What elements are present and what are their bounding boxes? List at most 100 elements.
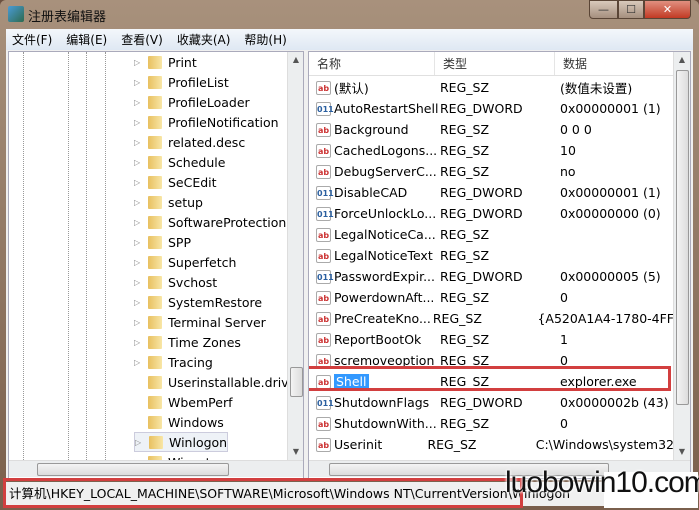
- tree-vertical-scrollbar[interactable]: ▲ ▼: [287, 52, 303, 460]
- value-type: REG_SZ: [432, 311, 482, 326]
- list-scroll-thumb[interactable]: [676, 70, 689, 405]
- table-row[interactable]: ab Background REG_SZ 0 0 0: [312, 119, 674, 140]
- value-name: PasswordExpir...: [334, 269, 436, 284]
- tree-hscroll-thumb[interactable]: [37, 463, 229, 476]
- menu-view[interactable]: 查看(V): [115, 31, 169, 48]
- expand-arrow-icon[interactable]: ▷: [134, 238, 144, 247]
- close-button[interactable]: ✕: [644, 0, 691, 19]
- expand-arrow-icon[interactable]: ▷: [134, 58, 144, 67]
- expand-arrow-icon[interactable]: ▷: [134, 218, 144, 227]
- table-row[interactable]: ab (默认) REG_SZ (数值未设置): [312, 77, 674, 98]
- table-row[interactable]: ab ReportBootOk REG_SZ 1: [312, 329, 674, 350]
- folder-icon: [148, 295, 162, 309]
- value-data: C:\Windows\system32: [535, 437, 674, 452]
- value-name: AutoRestartShell: [334, 101, 439, 116]
- tree-item-label: SystemRestore: [168, 294, 263, 310]
- tree-horizontal-scrollbar[interactable]: [9, 460, 303, 477]
- tree-item[interactable]: ▷ SoftwareProtectionP: [134, 212, 287, 232]
- folder-icon: [148, 135, 162, 149]
- tree-item[interactable]: ▷ SPP: [134, 232, 191, 252]
- scroll-down-arrow-icon[interactable]: ▼: [288, 444, 303, 460]
- tree-item[interactable]: WbemPerf: [134, 392, 232, 412]
- tree-item[interactable]: ▷ SystemRestore: [134, 292, 262, 312]
- table-row[interactable]: ab PreCreateKno... REG_SZ {A520A1A4-1780-4F…: [312, 308, 674, 329]
- table-row[interactable]: 011 DisableCAD REG_DWORD 0x00000001 (1): [312, 182, 674, 203]
- tree-item-label: SoftwareProtectionP: [168, 214, 287, 230]
- binary-value-icon: 011: [316, 395, 334, 410]
- expand-arrow-icon[interactable]: ▷: [134, 198, 144, 207]
- table-row[interactable]: ab LegalNoticeCa... REG_SZ: [312, 224, 674, 245]
- column-name[interactable]: 名称: [309, 52, 435, 75]
- expand-arrow-icon[interactable]: ▷: [134, 258, 144, 267]
- tree-item[interactable]: ▷Winsat: [134, 452, 211, 460]
- expand-arrow-icon[interactable]: ▷: [134, 138, 144, 147]
- tree-scroll-thumb[interactable]: [290, 367, 303, 397]
- tree-item[interactable]: ▷ Svchost: [134, 272, 217, 292]
- expand-arrow-icon[interactable]: ▷: [134, 98, 144, 107]
- tree-item[interactable]: ▷ Tracing: [134, 352, 213, 372]
- expand-arrow-icon[interactable]: ▷: [134, 78, 144, 87]
- expand-arrow-icon[interactable]: ▷: [134, 178, 144, 187]
- expand-arrow-icon[interactable]: ▷: [135, 438, 145, 447]
- column-type[interactable]: 类型: [435, 52, 555, 75]
- scroll-up-arrow-icon[interactable]: ▲: [288, 52, 303, 68]
- table-row[interactable]: ab Userinit REG_SZ C:\Windows\system32: [312, 434, 674, 455]
- binary-value-icon: 011: [316, 101, 334, 116]
- expand-arrow-icon[interactable]: ▷: [134, 318, 144, 327]
- minimize-button[interactable]: —: [589, 0, 618, 19]
- tree-item[interactable]: ▷ ProfileLoader: [134, 92, 250, 112]
- menu-bar: 文件(F) 编辑(E) 查看(V) 收藏夹(A) 帮助(H): [6, 29, 693, 50]
- column-data[interactable]: 数据: [555, 52, 674, 75]
- table-row[interactable]: 011 PasswordExpir... REG_DWORD 0x00000005 (…: [312, 266, 674, 287]
- tree-item[interactable]: ▷ ProfileNotification: [134, 112, 279, 132]
- maximize-button[interactable]: ☐: [618, 0, 644, 19]
- expand-arrow-icon[interactable]: ▷: [134, 158, 144, 167]
- tree-item[interactable]: ▷ Print: [134, 52, 197, 72]
- table-row[interactable]: 011 AutoRestartShell REG_DWORD 0x00000001 (…: [312, 98, 674, 119]
- menu-help[interactable]: 帮助(H): [238, 31, 292, 48]
- tree-item-label: Time Zones: [168, 334, 241, 350]
- table-row[interactable]: 011 ForceUnlockLo... REG_DWORD 0x00000000 (…: [312, 203, 674, 224]
- tree-item[interactable]: Windows: [134, 412, 224, 432]
- menu-edit[interactable]: 编辑(E): [60, 31, 113, 48]
- table-row[interactable]: ab LegalNoticeText REG_SZ: [312, 245, 674, 266]
- expand-arrow-icon[interactable]: ▷: [134, 358, 144, 367]
- tree-item[interactable]: ▷ setup: [134, 192, 203, 212]
- value-name: CachedLogons...: [334, 143, 438, 158]
- table-row[interactable]: ab PowerdownAft... REG_SZ 0: [312, 287, 674, 308]
- tree-item[interactable]: ▷ ProfileList: [134, 72, 229, 92]
- value-name: ShutdownFlags: [334, 395, 430, 410]
- menu-favorites[interactable]: 收藏夹(A): [171, 31, 237, 48]
- table-row[interactable]: ab ShutdownWith... REG_SZ 0: [312, 413, 674, 434]
- value-name: PreCreateKno...: [334, 311, 431, 326]
- tree-item[interactable]: ▷ SeCEdit: [134, 172, 217, 192]
- expand-arrow-icon[interactable]: ▷: [134, 278, 144, 287]
- value-type: REG_SZ: [440, 164, 490, 179]
- tree-item[interactable]: ▷ Schedule: [134, 152, 225, 172]
- tree-item-label: ProfileList: [168, 74, 229, 90]
- value-data: 0x00000001 (1): [560, 101, 661, 116]
- menu-file[interactable]: 文件(F): [6, 31, 58, 48]
- scroll-up-arrow-icon[interactable]: ▲: [674, 52, 690, 68]
- value-type: REG_SZ: [440, 80, 490, 95]
- value-type: REG_DWORD: [440, 206, 523, 221]
- tree-item[interactable]: ▷ Time Zones: [134, 332, 241, 352]
- table-row[interactable]: ab CachedLogons... REG_SZ 10: [312, 140, 674, 161]
- value-type: REG_SZ: [440, 332, 490, 347]
- tree-item[interactable]: ▷ Winlogon: [134, 432, 229, 452]
- table-row[interactable]: ab DebugServerC... REG_SZ no: [312, 161, 674, 182]
- tree-item[interactable]: ▷ related.desc: [134, 132, 245, 152]
- list-vertical-scrollbar[interactable]: ▲ ▼: [673, 52, 690, 460]
- tree-item-label: Tracing: [168, 354, 213, 370]
- tree-item[interactable]: Userinstallable.drive: [134, 372, 287, 392]
- expand-arrow-icon[interactable]: ▷: [134, 338, 144, 347]
- expand-arrow-icon[interactable]: ▷: [134, 298, 144, 307]
- tree-item-label: Superfetch: [168, 254, 237, 270]
- table-row[interactable]: 011 ShutdownFlags REG_DWORD 0x0000002b (43): [312, 392, 674, 413]
- tree-item[interactable]: ▷ Terminal Server: [134, 312, 266, 332]
- tree-item-label: ProfileLoader: [168, 94, 250, 110]
- tree-item[interactable]: ▷ Superfetch: [134, 252, 236, 272]
- expand-arrow-icon[interactable]: ▷: [134, 118, 144, 127]
- registry-values-list: 名称 类型 数据 ab (默认) REG_SZ (数值未设置) 011 AutoResta…: [308, 51, 691, 479]
- scroll-down-arrow-icon[interactable]: ▼: [674, 444, 690, 460]
